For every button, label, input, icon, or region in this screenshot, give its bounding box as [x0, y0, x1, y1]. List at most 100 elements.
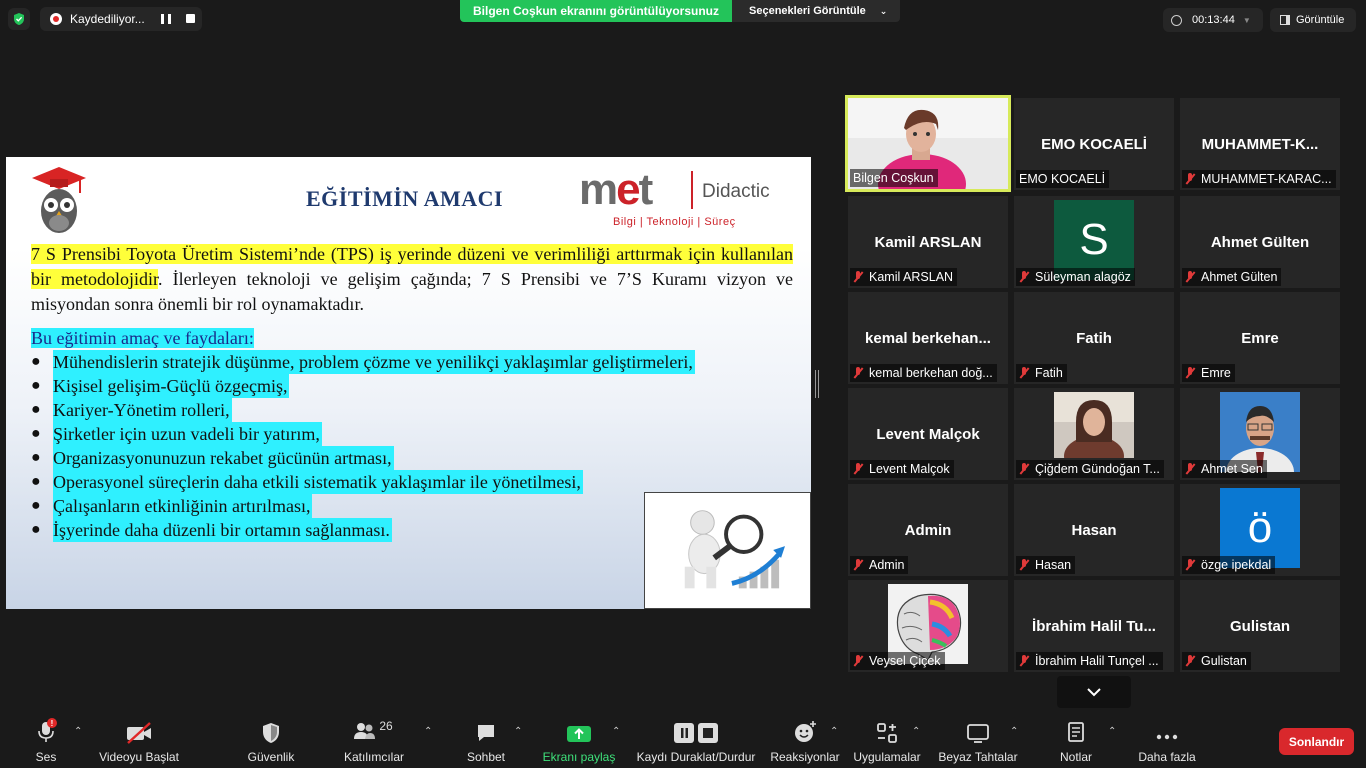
top-bar: Kaydediliyor... Bilgen Coşkun ekranını g… [0, 0, 1366, 40]
participant-tile[interactable]: Fatih Fatih [1014, 292, 1174, 384]
bullet-icon: ● [31, 377, 41, 394]
share-screen-icon [566, 718, 592, 744]
whiteboard-options-chevron-up-icon[interactable]: ⌃ [1010, 726, 1018, 737]
participant-name-label: Çiğdem Gündoğan T... [1016, 460, 1164, 478]
recording-indicator: Kaydediliyor... [40, 7, 202, 31]
view-options-label: Seçenekleri Görüntüle [749, 5, 866, 17]
participant-tile[interactable]: EMO KOCAELİ EMO KOCAELİ [1014, 98, 1174, 190]
muted-microphone-icon [1185, 655, 1195, 667]
slide-bullet-item: ● Kariyer-Yönetim rolleri, [31, 398, 695, 422]
chat-button[interactable]: Sohbet [464, 718, 508, 766]
bullet-text: Kişisel gelişim-Güçlü özgeçmiş, [53, 374, 290, 398]
participants-button[interactable]: 26 Katılımcılar [344, 718, 404, 766]
share-screen-button[interactable]: Ekranı paylaş [542, 718, 616, 766]
participant-tile[interactable]: Çiğdem Gündoğan T... [1014, 388, 1174, 480]
reactions-button[interactable]: Reaksiyonlar [770, 718, 840, 766]
participant-tile[interactable]: ö özge ipekdal [1180, 484, 1340, 576]
participant-name-label: İbrahim Halil Tunçel ... [1016, 652, 1163, 670]
apps-icon [876, 718, 898, 744]
participant-tile[interactable]: İbrahim Halil Tu... İbrahim Halil Tunçel … [1014, 580, 1174, 672]
notes-label: Notlar [1059, 750, 1092, 764]
slide-bullet-item: ● Çalışanların etkinliğinin artırılması, [31, 494, 695, 518]
share-options-chevron-up-icon[interactable]: ⌃ [612, 726, 620, 737]
share-screen-label: Ekranı paylaş [542, 750, 616, 764]
participant-tile[interactable]: S Süleyman alagöz [1014, 196, 1174, 288]
slide-bullet-item: ● Organizasyonunuzun rekabet gücünün artm… [31, 446, 695, 470]
bullet-icon: ● [31, 401, 41, 418]
participant-tile[interactable]: Hasan Hasan [1014, 484, 1174, 576]
muted-microphone-icon [853, 559, 863, 571]
participant-name-label: Ahmet Sen [1182, 460, 1267, 478]
participant-tile[interactable]: Ahmet Gülten Ahmet Gülten [1180, 196, 1340, 288]
participants-options-chevron-up-icon[interactable]: ⌃ [424, 726, 432, 737]
pause-recording-icon[interactable] [161, 14, 171, 24]
end-meeting-button[interactable]: Sonlandır [1279, 728, 1354, 755]
view-options-dropdown[interactable]: Seçenekleri Görüntüle ⌄ [732, 0, 900, 22]
participant-display-name: Ahmet Gülten [1210, 234, 1310, 251]
bullet-icon: ● [31, 449, 41, 466]
reactions-options-chevron-up-icon[interactable]: ⌃ [830, 726, 838, 737]
view-layout-button[interactable]: Görüntüle [1270, 8, 1356, 32]
stop-recording-icon[interactable] [186, 14, 195, 23]
participant-name-label: özge ipekdal [1182, 556, 1276, 574]
video-off-icon [125, 718, 153, 744]
panel-resize-handle[interactable] [815, 370, 819, 398]
chat-options-chevron-up-icon[interactable]: ⌃ [514, 726, 522, 737]
notes-icon [1066, 718, 1086, 744]
participant-tile[interactable]: Admin Admin [848, 484, 1008, 576]
encryption-shield-icon[interactable] [8, 8, 30, 30]
muted-microphone-icon [1185, 463, 1195, 475]
security-button[interactable]: Güvenlik [246, 718, 296, 766]
participant-tile[interactable]: Veysel Çiçek [848, 580, 1008, 672]
participant-display-name: EMO KOCAELİ [1041, 136, 1147, 153]
pause-stop-recording-button[interactable]: Kaydı Duraklat/Durdur [636, 718, 756, 766]
slide-title: EĞİTİMİN AMACI [306, 186, 504, 211]
pause-stop-recording-label: Kaydı Duraklat/Durdur [636, 750, 756, 764]
bullet-text: İşyerinde daha düzenli bir ortamın sağla… [53, 518, 392, 542]
muted-microphone-icon [1019, 271, 1029, 283]
participant-tile[interactable]: Bilgen Coşkun [845, 95, 1011, 192]
bullet-icon: ● [31, 353, 41, 370]
notes-options-chevron-up-icon[interactable]: ⌃ [1108, 726, 1116, 737]
audio-options-chevron-up-icon[interactable]: ⌃ [74, 726, 82, 737]
participant-name-label: Ahmet Gülten [1182, 268, 1282, 286]
owl-graduate-logo [32, 167, 86, 233]
participant-tile[interactable]: MUHAMMET-K... MUHAMMET-KARAC... [1180, 98, 1340, 190]
slide-bullet-item: ● Kişisel gelişim-Güçlü özgeçmiş, [31, 374, 695, 398]
participant-display-name: Fatih [1076, 330, 1112, 347]
apps-options-chevron-up-icon[interactable]: ⌃ [912, 726, 920, 737]
slide-paragraph: 7 S Prensibi Toyota Üretim Sistemi’nde (… [31, 244, 793, 314]
bullet-icon: ● [31, 497, 41, 514]
notes-button[interactable]: Notlar [1056, 718, 1096, 766]
participant-tile[interactable]: Emre Emre [1180, 292, 1340, 384]
participant-display-name: Hasan [1071, 522, 1117, 539]
smiley-icon [793, 718, 817, 744]
muted-microphone-icon [1019, 559, 1029, 571]
participant-tile[interactable]: Kamil ARSLAN Kamil ARSLAN [848, 196, 1008, 288]
muted-microphone-icon [1185, 173, 1195, 185]
meeting-timer[interactable]: 00:13:44 ▼ [1163, 8, 1263, 32]
muted-microphone-icon [1185, 559, 1195, 571]
participant-tile[interactable]: Gulistan Gulistan [1180, 580, 1340, 672]
start-video-button[interactable]: Videoyu Başlat [99, 718, 179, 766]
svg-text:26: 26 [379, 720, 393, 733]
more-button[interactable]: Daha fazla [1136, 718, 1198, 766]
gallery-next-page-button[interactable] [1057, 676, 1131, 708]
audio-button[interactable]: ! Ses [30, 718, 62, 766]
muted-microphone-icon [853, 367, 863, 379]
whiteboards-button[interactable]: Beyaz Tahtalar [936, 718, 1020, 766]
participant-tile[interactable]: Ahmet Sen [1180, 388, 1340, 480]
screen-share-banner: Bilgen Coşkun ekranını görüntülüyorsunuz [460, 0, 732, 22]
participant-tile[interactable]: kemal berkehan... kemal berkehan doğ... [848, 292, 1008, 384]
chevron-down-icon: ⌄ [879, 5, 888, 16]
participant-tile[interactable]: Levent Malçok Levent Malçok [848, 388, 1008, 480]
participant-name-label: EMO KOCAELİ [1016, 170, 1110, 188]
participant-name-label: MUHAMMET-KARAC... [1182, 170, 1336, 188]
reactions-label: Reaksiyonlar [770, 750, 840, 764]
participant-display-name: MUHAMMET-K... [1201, 136, 1319, 153]
participant-name-label: Levent Malçok [850, 460, 954, 478]
clock-icon [1171, 14, 1182, 26]
met-didactic-logo: met Didactic Bilgi | Teknoloji | Süreç [569, 161, 793, 235]
muted-microphone-icon [1019, 463, 1029, 475]
participant-name-label: Fatih [1016, 364, 1067, 382]
